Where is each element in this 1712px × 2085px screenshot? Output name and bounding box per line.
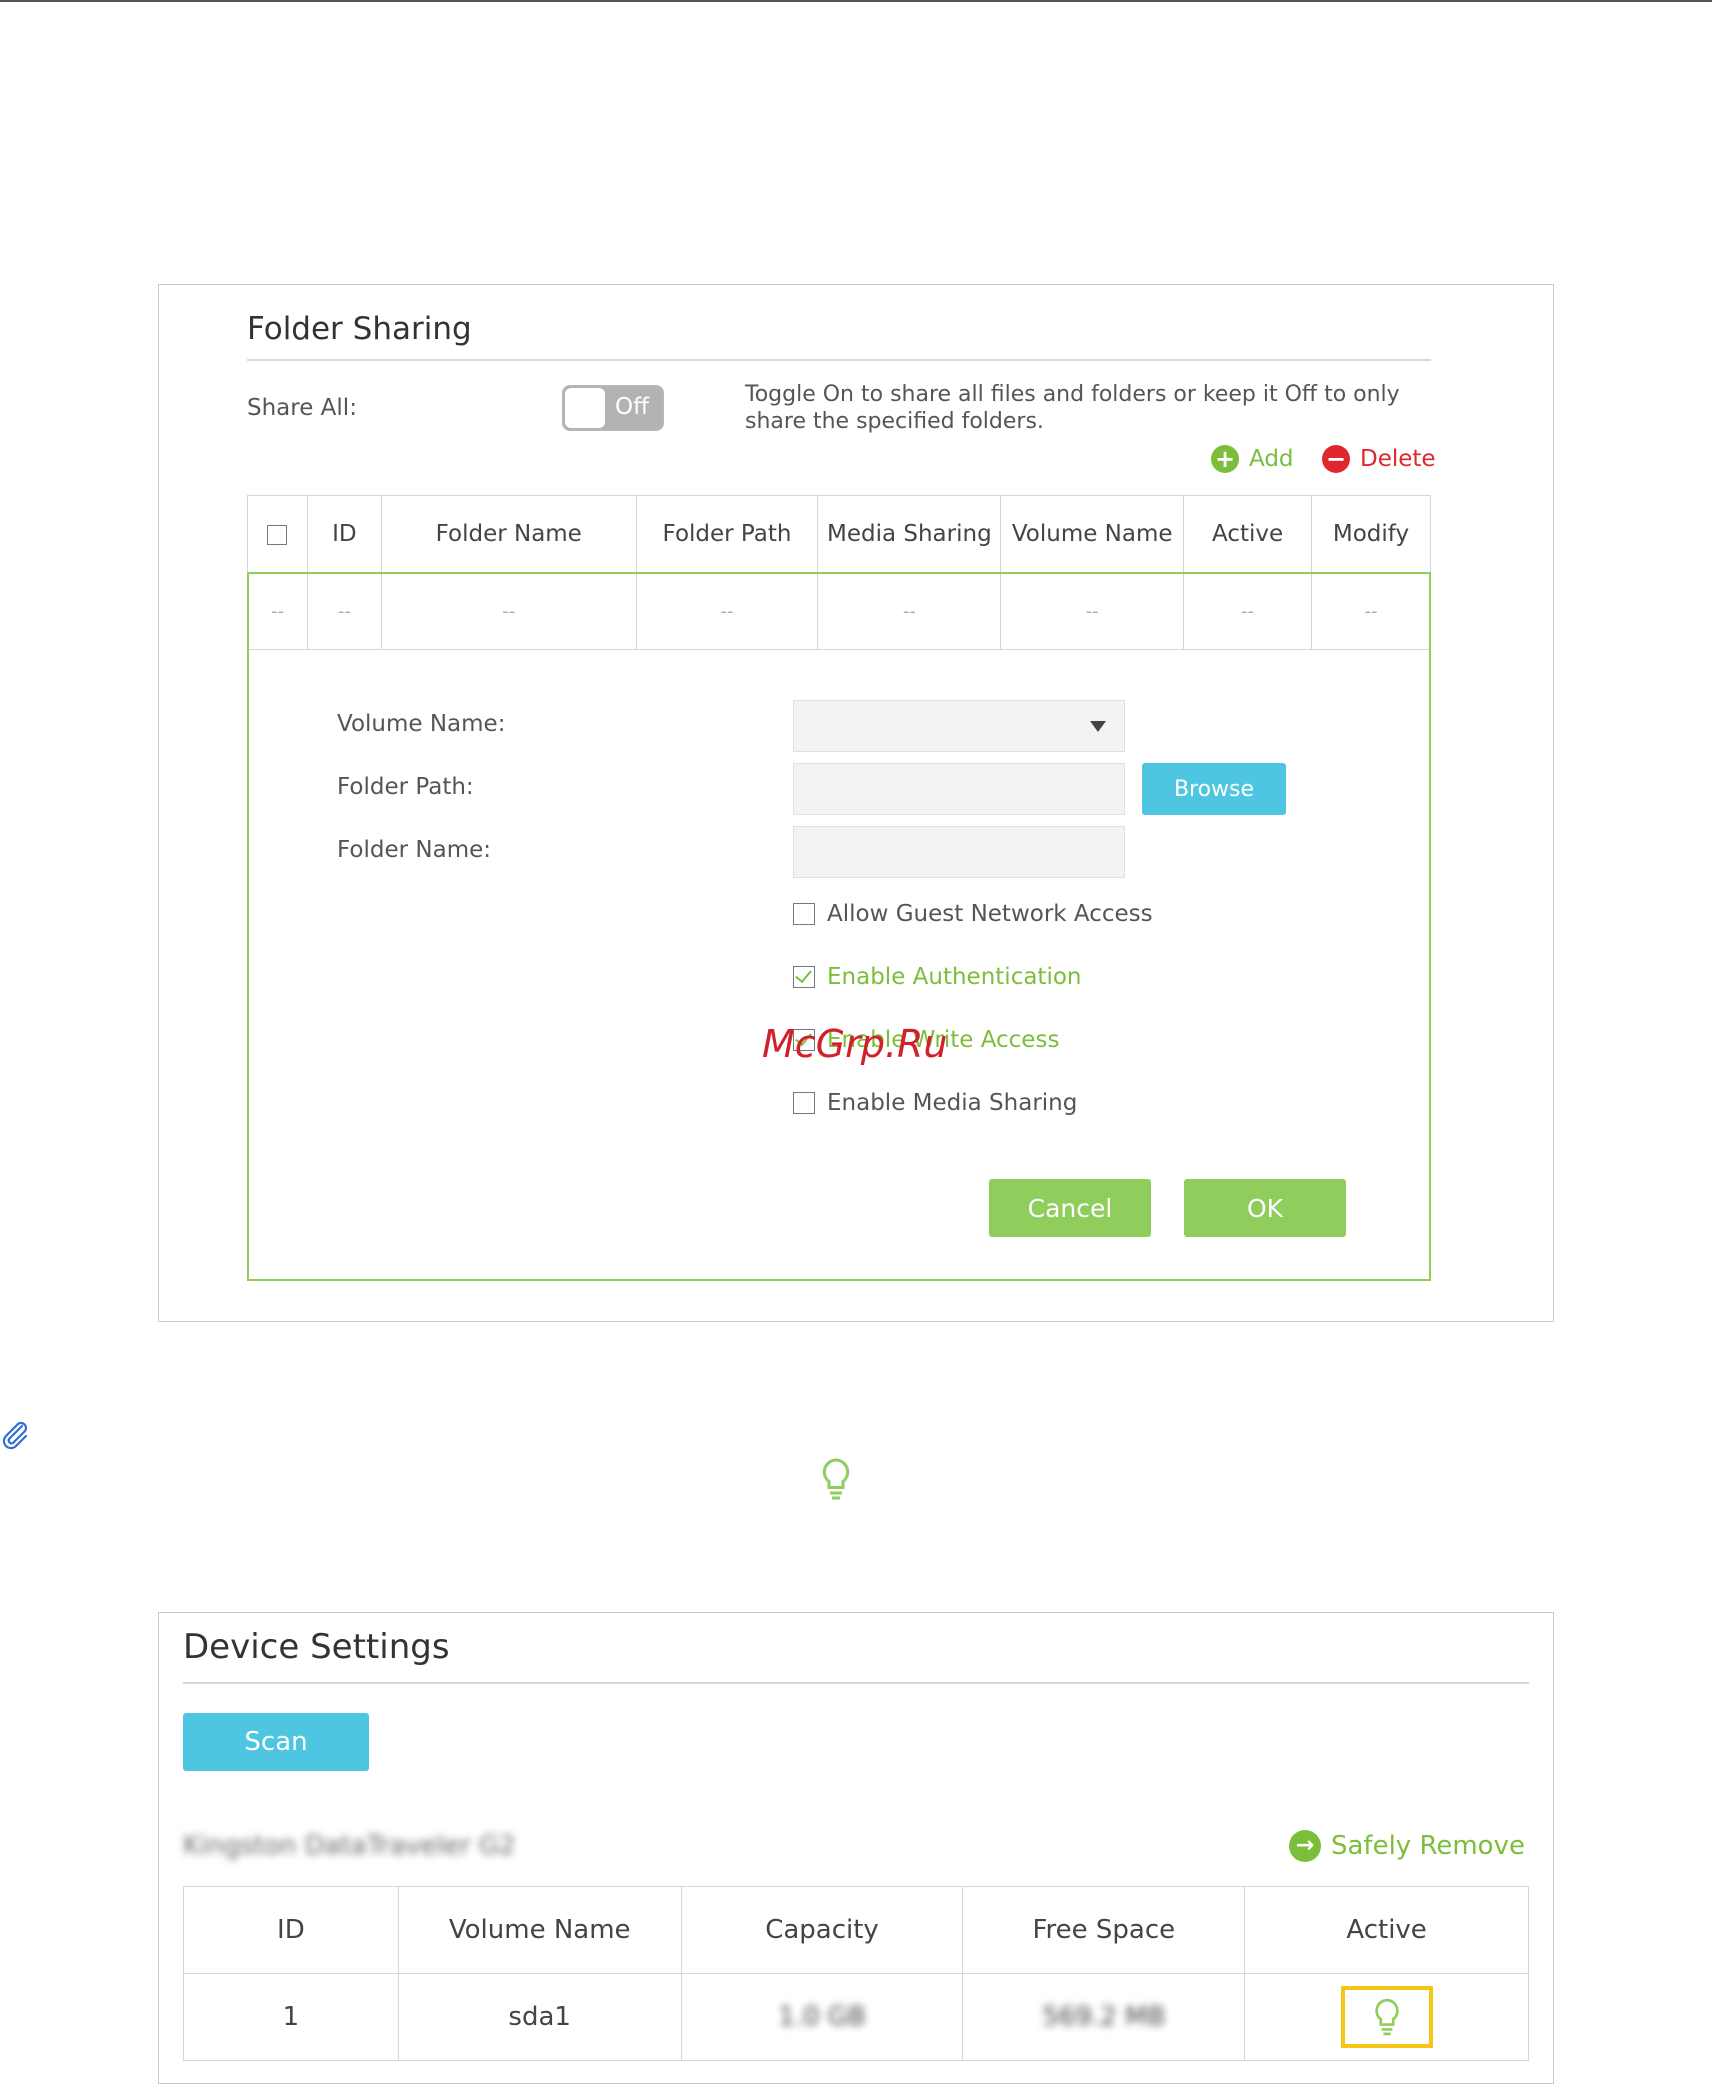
paperclip-icon (2, 1421, 28, 1450)
checkbox-label: Allow Guest Network Access (827, 901, 1153, 927)
column-header: ID (306, 495, 382, 573)
folder-name-input[interactable] (793, 826, 1125, 878)
minus-icon: − (1322, 445, 1350, 473)
table-header-row: ID Volume Name Capacity Free Space Activ… (183, 1886, 1529, 1974)
panel-title: Folder Sharing (247, 311, 472, 347)
select-all-cell (247, 495, 308, 573)
safely-remove-label: Safely Remove (1331, 1831, 1525, 1861)
active-toggle[interactable] (1340, 1986, 1433, 2048)
watermark-text: McGrp.Ru (762, 1022, 948, 1066)
cancel-button[interactable]: Cancel (989, 1179, 1151, 1237)
media-sharing-checkbox[interactable]: Enable Media Sharing (793, 1090, 1077, 1116)
column-header: Active (1244, 1886, 1529, 1974)
dropdown-arrow-icon (1090, 721, 1106, 732)
delete-label: Delete (1360, 446, 1436, 472)
checkbox-label: Enable Authentication (827, 964, 1082, 990)
share-all-label: Share All: (247, 395, 357, 421)
column-header: Free Space (962, 1886, 1246, 1974)
toggle-knob (565, 388, 605, 428)
title-divider (247, 359, 1431, 361)
table-cell: 569.2 MB (962, 1973, 1246, 2061)
checkbox-box (793, 966, 815, 988)
checkbox-box (793, 903, 815, 925)
checkbox-label: Enable Media Sharing (827, 1090, 1078, 1116)
folder-path-input[interactable] (793, 763, 1125, 815)
table-row: 1 sda1 1.0 GB 569.2 MB (183, 1973, 1529, 2061)
add-button[interactable]: + Add (1211, 445, 1294, 473)
column-header: Capacity (680, 1886, 964, 1974)
column-header: Volume Name (1000, 495, 1185, 573)
table-cell: 1.0 GB (680, 1973, 964, 2061)
device-name: Kingston DataTraveler G2 (183, 1831, 516, 1861)
column-header: Active (1183, 495, 1313, 573)
lightbulb-icon (822, 1458, 850, 1500)
lightbulb-icon (1374, 1998, 1399, 2036)
table-cell: sda1 (397, 1973, 682, 2061)
column-header: Folder Name (380, 495, 637, 573)
toggle-state-label: Off (615, 394, 649, 420)
folder-name-label: Folder Name: (337, 837, 491, 863)
table-cell (1244, 1973, 1529, 2061)
browse-button[interactable]: Browse (1142, 763, 1286, 815)
column-header: Media Sharing (817, 495, 1002, 573)
ok-button[interactable]: OK (1184, 1179, 1346, 1237)
title-divider (183, 1682, 1529, 1684)
folder-sharing-panel: Folder Sharing Share All: Off Toggle On … (158, 284, 1554, 1322)
panel-title: Device Settings (183, 1627, 450, 1667)
column-header: ID (183, 1886, 399, 1974)
table-cell: 1 (183, 1973, 399, 2061)
checkbox-box (793, 1092, 815, 1114)
plus-icon: + (1211, 445, 1239, 473)
delete-button[interactable]: − Delete (1322, 445, 1436, 473)
column-header: Volume Name (397, 1886, 682, 1974)
volume-name-label: Volume Name: (337, 711, 506, 737)
arrow-right-icon: → (1289, 1830, 1321, 1862)
column-header: Folder Path (635, 495, 819, 573)
authentication-checkbox[interactable]: Enable Authentication (793, 964, 1082, 990)
table-header-row: ID Folder Name Folder Path Media Sharing… (247, 495, 1431, 573)
column-header: Modify (1311, 495, 1431, 573)
guest-access-checkbox[interactable]: Allow Guest Network Access (793, 901, 1153, 927)
add-label: Add (1249, 446, 1294, 472)
safely-remove-button[interactable]: → Safely Remove (1289, 1830, 1525, 1862)
device-table: ID Volume Name Capacity Free Space Activ… (183, 1886, 1529, 2061)
select-all-checkbox[interactable] (267, 524, 288, 545)
share-all-toggle[interactable]: Off (562, 385, 664, 431)
row-divider (249, 649, 1429, 650)
volume-name-select[interactable] (793, 700, 1125, 752)
scan-button[interactable]: Scan (183, 1713, 369, 1771)
folder-path-label: Folder Path: (337, 774, 474, 800)
share-all-hint: Toggle On to share all files and folders… (745, 382, 1400, 434)
device-settings-panel: Device Settings Scan Kingston DataTravel… (158, 1612, 1554, 2084)
top-border-line (0, 0, 1712, 2)
